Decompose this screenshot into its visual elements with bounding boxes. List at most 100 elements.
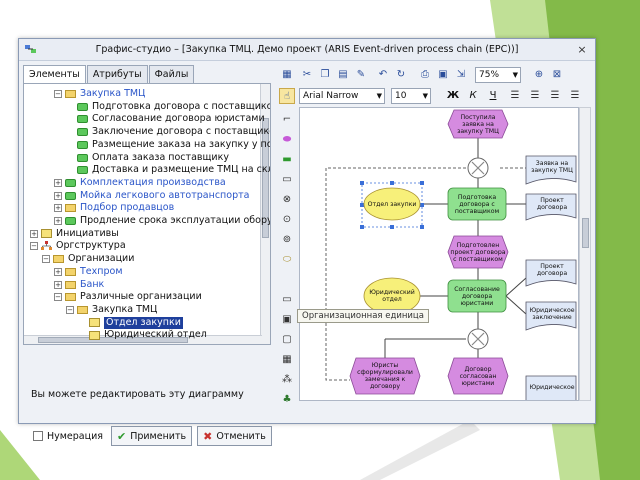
tree-item[interactable]: + Техпром (54, 266, 123, 278)
paste-icon[interactable]: ▤ (335, 67, 351, 83)
screen-shape-icon[interactable]: ▭ (280, 173, 294, 187)
expand-icon[interactable]: + (30, 229, 38, 238)
italic-button[interactable]: К (465, 88, 481, 104)
bold-button[interactable]: Ж (445, 88, 461, 104)
close-diagram-icon[interactable]: ⊠ (549, 67, 565, 83)
align-right-icon[interactable]: ☰ (547, 88, 563, 104)
tree-item[interactable]: Заключение договора с поставщиком (66, 126, 271, 138)
tree-item[interactable]: − Организации (42, 253, 134, 265)
hierarchy-shape-icon[interactable]: ⁂ (280, 373, 294, 387)
expand-icon[interactable]: + (54, 267, 62, 276)
tree-item[interactable]: + Инициативы (30, 228, 119, 240)
collapse-icon[interactable]: − (30, 242, 38, 251)
tree-item[interactable]: + Комплектация производства (54, 177, 226, 189)
cross-icon: ✖ (203, 429, 213, 443)
close-button[interactable]: × (575, 43, 589, 56)
group-shape-icon[interactable]: ♣ (280, 393, 294, 407)
or-connector-icon[interactable]: ⊚ (280, 233, 294, 247)
chevron-down-icon: ▼ (422, 92, 428, 100)
main-toolbar: ▦ ✂ ❐ ▤ ✎ ↶ ↻ ⎙ ▣ ⇲ 75% ▼ ⊕ ⊠ (277, 65, 593, 85)
align-center-icon[interactable]: ☰ (527, 88, 543, 104)
and-connector-icon[interactable]: ⊙ (280, 213, 294, 227)
tree-item[interactable]: − Оргструктура (30, 240, 126, 252)
export-icon[interactable]: ⇲ (453, 67, 469, 83)
event-label: Поступила заявка на закупку ТМЦ (457, 114, 499, 135)
folder-icon (77, 305, 88, 314)
font-name-select[interactable]: Arial Narrow ▼ (299, 88, 385, 104)
tree-item[interactable]: − Различные организации (54, 291, 202, 303)
org-unit-label: Отдел закупки (367, 200, 417, 208)
canvas-vertical-scrollbar[interactable] (579, 107, 591, 401)
function-icon (77, 166, 88, 175)
tree-item[interactable]: − Закупка ТМЦ (66, 304, 157, 316)
copy-icon[interactable]: ❐ (317, 67, 333, 83)
undo-icon[interactable]: ↶ (375, 67, 391, 83)
cut-icon[interactable]: ✂ (299, 67, 315, 83)
zoom-in-icon[interactable]: ⊕ (531, 67, 547, 83)
function-label: Согласование договора юристами (454, 285, 500, 307)
tree-item-label: Подготовка договора с поставщиком (92, 100, 271, 112)
grid-icon[interactable]: ▦ (279, 67, 295, 83)
tree-item[interactable]: Подготовка договора с поставщиком (66, 100, 271, 113)
tree-item[interactable]: + Банк (54, 279, 104, 291)
font-size-select[interactable]: 10 ▼ (391, 88, 431, 104)
tree-item[interactable]: Оплата заказа поставщику (66, 152, 229, 164)
element-tree[interactable]: − Закупка ТМЦ Подготовка договора с постав… (23, 83, 271, 345)
tree-item-label: Инициативы (56, 227, 119, 239)
format-brush-icon[interactable]: ✎ (353, 67, 369, 83)
apply-button[interactable]: ✔ Применить (110, 426, 193, 446)
diagram-canvas[interactable]: Поступила заявка на закупку ТМЦ Заявка н… (299, 107, 579, 401)
image-icon[interactable]: ▣ (435, 67, 451, 83)
expand-icon[interactable]: + (54, 191, 62, 200)
collapse-icon[interactable]: − (54, 90, 62, 98)
underline-button[interactable]: Ч (485, 88, 501, 104)
zoom-select[interactable]: 75% ▼ (475, 67, 521, 83)
print-icon[interactable]: ⎙ (417, 67, 433, 83)
cancel-button[interactable]: ✖ Отменить (197, 426, 272, 446)
tab-attributes[interactable]: Атрибуты (86, 65, 148, 83)
expand-icon[interactable]: + (54, 280, 62, 289)
align-left-icon[interactable]: ☰ (507, 88, 523, 104)
pointer-tool-icon[interactable]: ☝ (279, 88, 295, 104)
tree-item-label: Продление срока эксплуатации оборудовани… (80, 215, 270, 226)
tree-item-label: Заключение договора с поставщиком (92, 126, 271, 138)
numbering-checkbox[interactable] (33, 431, 43, 441)
tree-item[interactable]: + Продление срока эксплуатации оборудован… (54, 215, 270, 227)
org-unit-shape-icon[interactable]: ⬭ (280, 253, 294, 267)
document-label: Проект договора (536, 197, 568, 211)
collapse-icon[interactable]: − (42, 255, 50, 264)
scroll-thumb[interactable] (582, 218, 589, 248)
collapse-icon[interactable]: − (54, 293, 62, 302)
tree-item[interactable]: − Закупка ТМЦ (54, 88, 145, 100)
tree-item[interactable]: + Мойка легкового автотранспорта (54, 190, 249, 202)
align-justify-icon[interactable]: ☰ (567, 88, 583, 104)
tree-item[interactable]: Отдел закупки (78, 316, 183, 329)
function-shape-icon[interactable]: ▬ (280, 153, 294, 167)
tree-item-label: Закупка ТМЦ (92, 303, 158, 315)
redo-icon[interactable]: ↻ (393, 67, 409, 83)
tree-item[interactable]: Юридический отдел (78, 329, 207, 341)
collapse-icon[interactable]: − (66, 305, 74, 314)
system-shape-icon[interactable]: ▦ (280, 353, 294, 367)
tree-item[interactable]: Согласование договора юристами (66, 113, 265, 125)
expand-icon[interactable]: + (54, 204, 62, 213)
tree-item[interactable]: + Подбор продавцов (54, 202, 174, 214)
expand-icon[interactable]: + (54, 178, 62, 187)
event-label: Юристы сформулировали замечания к догово… (357, 362, 413, 390)
expand-icon[interactable]: + (54, 217, 62, 225)
tree-item[interactable]: Размещение заказа на закупку у поставщик… (66, 139, 270, 151)
tab-elements[interactable]: Элементы (23, 65, 86, 83)
document-shape-icon[interactable]: ▭ (280, 293, 294, 307)
event-shape-icon[interactable]: ⬬ (280, 133, 294, 147)
tab-files[interactable]: Файлы (148, 65, 195, 83)
app-window: Графис-студио – [Закупка ТМЦ. Демо проек… (18, 38, 596, 446)
file-shape-icon[interactable]: ▢ (280, 333, 294, 347)
folder-icon (65, 204, 76, 213)
bottom-button-bar: Нумерация ✔ Применить ✖ Отменить (27, 425, 277, 447)
window-shape-icon[interactable]: ▣ (280, 313, 294, 327)
connector-tool-icon[interactable]: ⌐ (280, 113, 294, 127)
function-icon (77, 128, 88, 137)
xor-connector-icon[interactable]: ⊗ (280, 193, 294, 207)
tree-item[interactable]: Доставка и размещение ТМЦ на складе (66, 164, 270, 176)
org-unit-icon (41, 229, 52, 239)
